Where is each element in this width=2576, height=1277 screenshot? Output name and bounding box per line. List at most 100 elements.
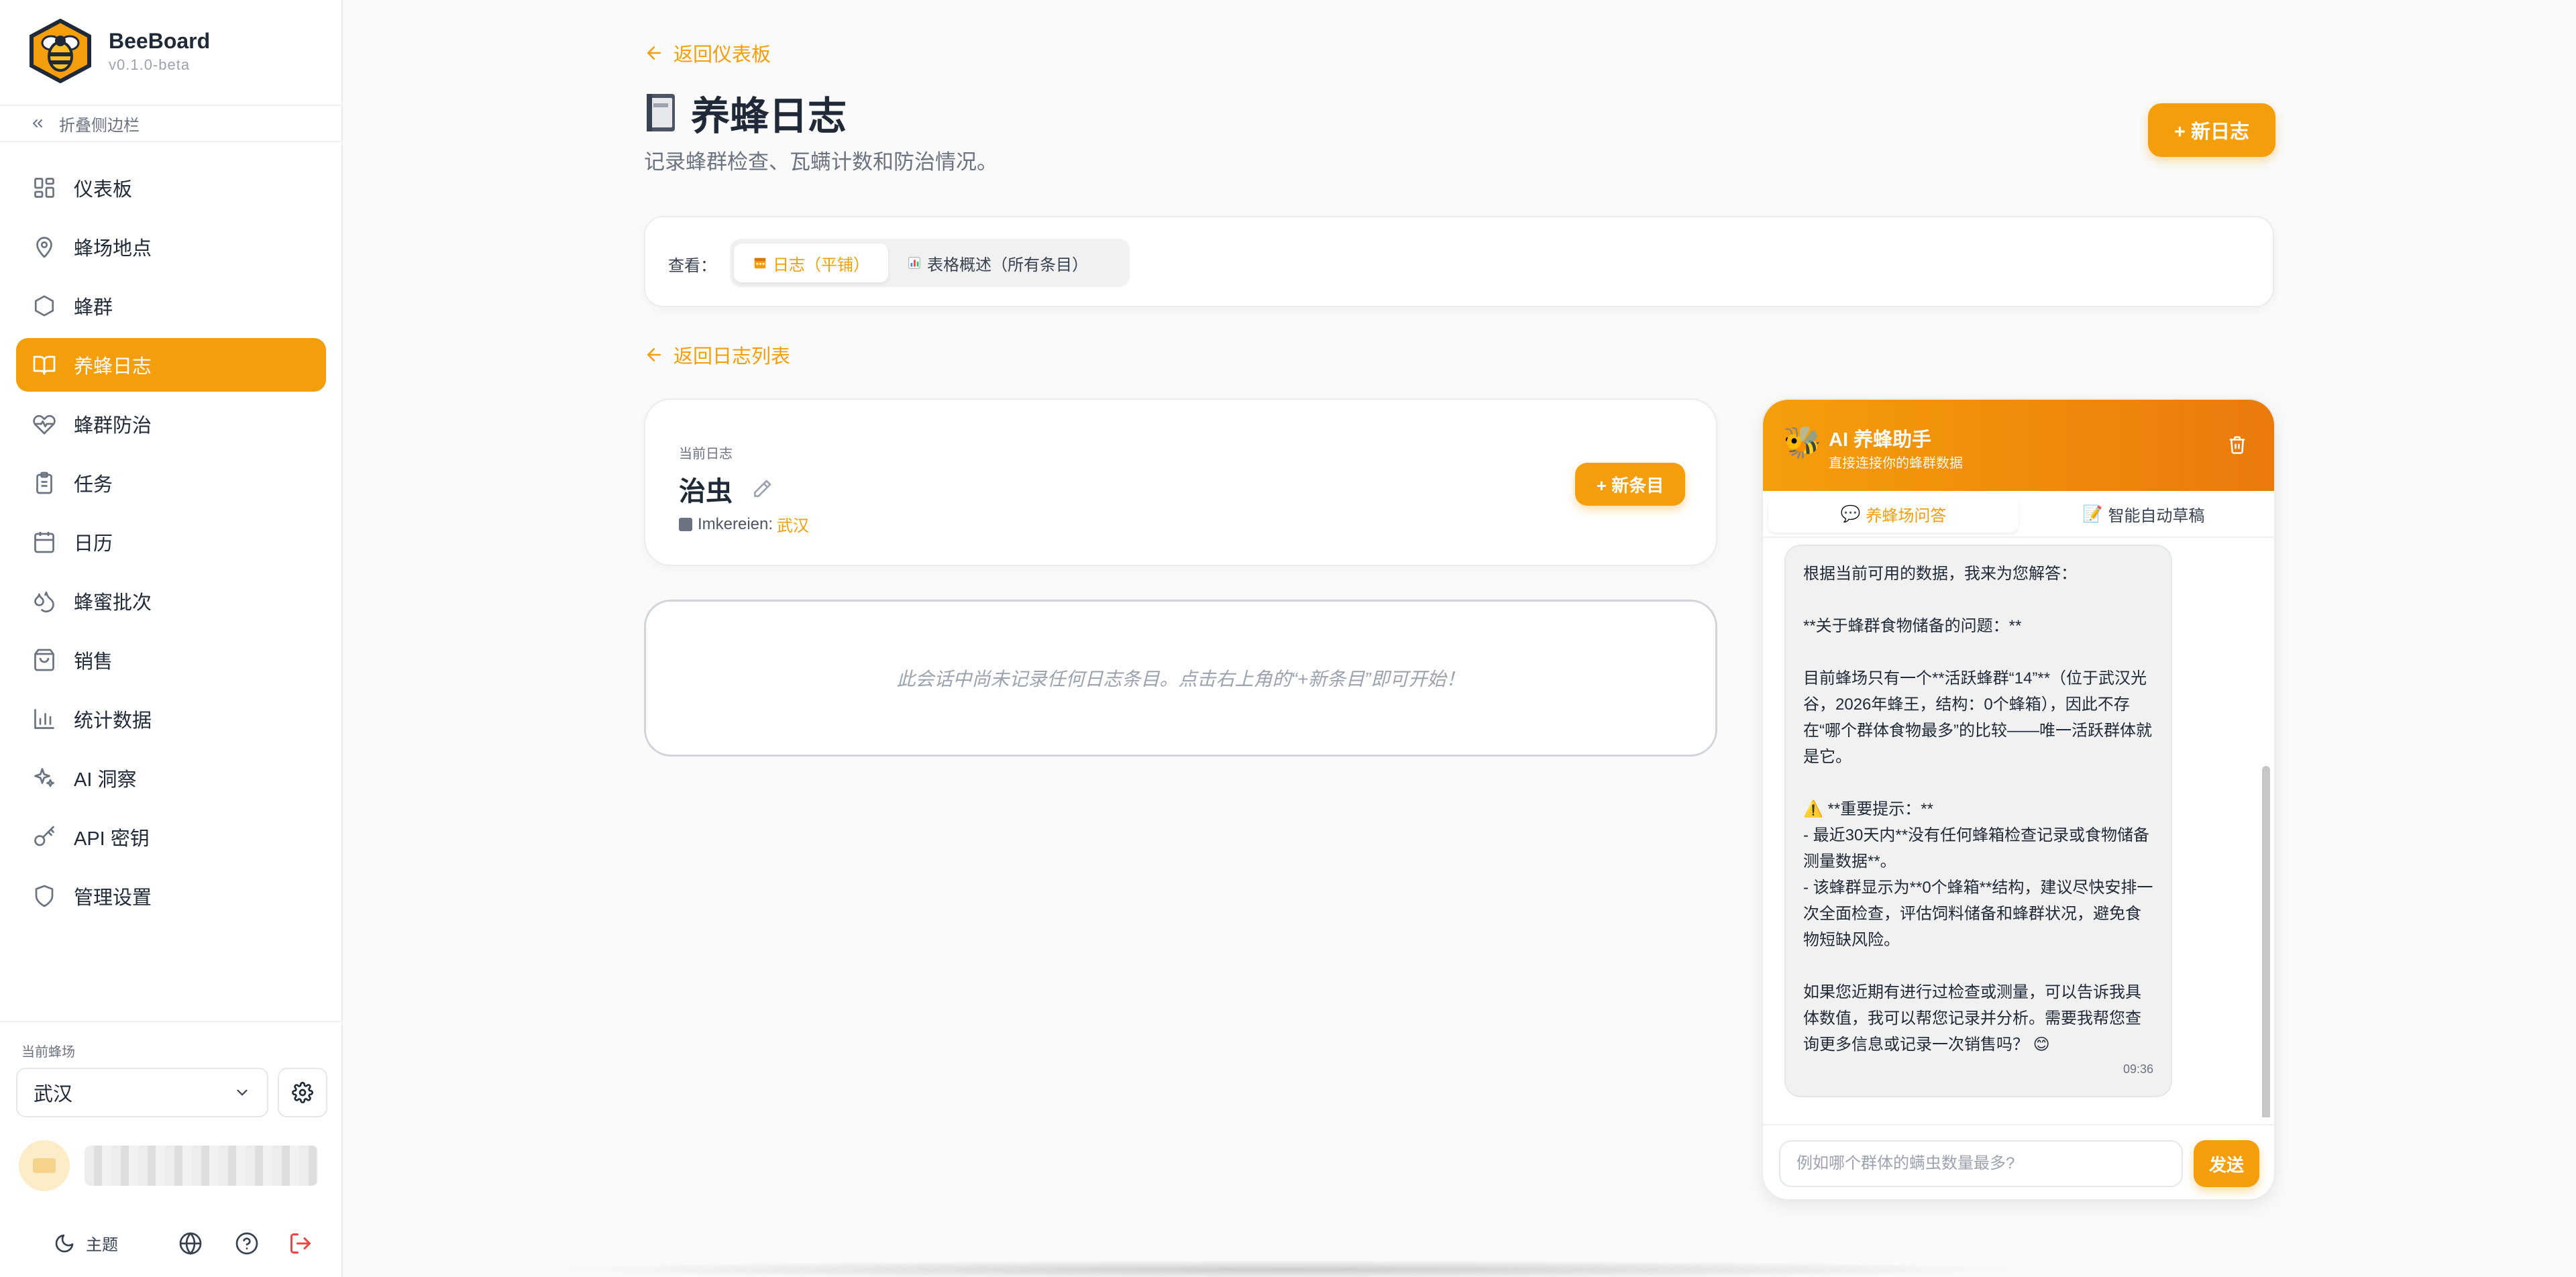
page-title: 养蜂日志 bbox=[644, 85, 847, 141]
brand-name: BeeBoard bbox=[109, 28, 211, 53]
help-icon[interactable] bbox=[235, 1231, 259, 1256]
page-title-text: 养蜂日志 bbox=[691, 95, 847, 138]
sidebar-item-beekeeping-log[interactable]: 养蜂日志 bbox=[16, 338, 326, 392]
heart-pulse-icon bbox=[33, 414, 56, 435]
apiary-building-icon bbox=[679, 517, 692, 531]
edit-pencil-icon[interactable] bbox=[751, 478, 773, 500]
send-button[interactable]: 发送 bbox=[2194, 1140, 2259, 1187]
ai-tabs: 💬 养蜂场问答 📝 智能自动草稿 bbox=[1763, 491, 2274, 538]
empty-message: 此会话中尚未记录任何日志条目。点击右上角的“+新条目”即可开始！ bbox=[896, 669, 1465, 689]
sidebar-footer: 当前蜂场 武汉 主题 bbox=[0, 1021, 341, 1277]
page-subtitle: 记录蜂群检查、瓦螨计数和防治情况。 bbox=[644, 150, 998, 174]
sidebar-item-label: 蜂蜜批次 bbox=[74, 592, 152, 614]
back-to-dashboard-label: 返回仪表板 bbox=[674, 44, 771, 66]
current-apiary-label: 当前蜂场 bbox=[21, 1045, 75, 1060]
bottom-shadow bbox=[537, 1260, 2039, 1277]
bee-icon: 🐝 bbox=[1783, 425, 1822, 459]
empty-entries-placeholder: 此会话中尚未记录任何日志条目。点击右上角的“+新条目”即可开始！ bbox=[644, 600, 1717, 757]
tab-smart-draft[interactable]: 📝 智能自动草稿 bbox=[2019, 495, 2269, 533]
back-to-log-list-link[interactable]: 返回日志列表 bbox=[644, 341, 790, 369]
ai-input-row: 发送 bbox=[1763, 1124, 2274, 1199]
sidebar-item-tasks[interactable]: 任务 bbox=[16, 456, 326, 510]
main-content: 返回仪表板 养蜂日志 记录蜂群检查、瓦螨计数和防治情况。 + 新日志 查看： 日… bbox=[644, 0, 2275, 1277]
sidebar-item-dashboard[interactable]: 仪表板 bbox=[16, 161, 326, 215]
back-to-log-list-label: 返回日志列表 bbox=[674, 346, 791, 368]
back-to-dashboard-link[interactable]: 返回仪表板 bbox=[644, 39, 771, 67]
globe-icon[interactable] bbox=[178, 1231, 203, 1256]
clipboard-icon bbox=[36, 471, 52, 494]
scrollbar[interactable] bbox=[2262, 766, 2270, 1117]
calendar-icon bbox=[754, 258, 766, 269]
log-name-text: 治虫 bbox=[679, 477, 733, 506]
brand-version: v0.1.0-beta bbox=[109, 56, 191, 73]
sidebar-item-statistics[interactable]: 统计数据 bbox=[16, 692, 326, 746]
avatar bbox=[19, 1140, 70, 1191]
sidebar-nav: 仪表板 蜂场地点 蜂群 养蜂日志 蜂群防治 任务 日历 蜂蜜批次 销售 统计数据… bbox=[16, 161, 326, 928]
tab-label: 智能自动草稿 bbox=[2108, 506, 2205, 525]
bee-logo-icon bbox=[30, 19, 91, 83]
apiary-select-value: 武汉 bbox=[34, 1084, 73, 1105]
tab-table-overview[interactable]: 表格概述（所有条目） bbox=[888, 243, 1107, 282]
sidebar-item-admin-settings[interactable]: 管理设置 bbox=[16, 869, 326, 923]
dashboard-icon bbox=[34, 178, 54, 198]
chevron-down-icon bbox=[237, 1089, 248, 1096]
assistant-message: 根据当前可用的数据，我来为您解答： **关于蜂群食物储备的问题：** 目前蜂场只… bbox=[1784, 545, 2172, 1097]
droplets-icon bbox=[34, 591, 54, 613]
sidebar-item-calendar[interactable]: 日历 bbox=[16, 515, 326, 569]
view-switcher-card: 查看： 日志（平铺） 表格概述（所有条目） bbox=[644, 216, 2274, 307]
arrow-left-icon bbox=[647, 46, 661, 60]
calendar-icon bbox=[34, 532, 54, 553]
sidebar-item-sales[interactable]: 销售 bbox=[16, 633, 326, 687]
sidebar-item-label: API 密钥 bbox=[74, 828, 150, 850]
ai-message-list[interactable]: 根据当前可用的数据，我来为您解答： **关于蜂群食物储备的问题：** 目前蜂场只… bbox=[1763, 538, 2274, 1117]
chevrons-left-icon bbox=[33, 119, 42, 127]
log-meta-apiary[interactable]: 武汉 bbox=[777, 512, 809, 536]
user-name-redacted bbox=[85, 1146, 318, 1186]
sidebar-item-label: 养蜂日志 bbox=[74, 356, 152, 378]
collapse-label: 折叠侧边栏 bbox=[59, 116, 140, 135]
apiary-settings-button[interactable] bbox=[278, 1068, 327, 1117]
tab-apiary-qa[interactable]: 💬 养蜂场问答 bbox=[1768, 495, 2019, 533]
speech-bubble-icon: 💬 bbox=[1840, 504, 1861, 523]
arrow-left-icon bbox=[647, 348, 661, 362]
logout-icon[interactable] bbox=[288, 1231, 313, 1256]
sidebar-item-apiaries[interactable]: 蜂场地点 bbox=[16, 220, 326, 274]
user-profile[interactable] bbox=[19, 1139, 327, 1192]
map-pin-icon bbox=[36, 237, 52, 258]
sidebar-item-api-keys[interactable]: API 密钥 bbox=[16, 810, 326, 864]
shopping-bag-icon bbox=[34, 649, 54, 671]
book-open-icon bbox=[33, 355, 56, 375]
view-label: 查看： bbox=[668, 257, 716, 275]
message-timestamp: 09:36 bbox=[2123, 1062, 2153, 1076]
message-line: ⚠️ **重要提示：** bbox=[1803, 800, 1933, 818]
message-line: **关于蜂群食物储备的问题：** bbox=[1803, 617, 2022, 635]
collapse-sidebar-button[interactable]: 折叠侧边栏 bbox=[0, 105, 341, 142]
message-line: 根据当前可用的数据，我来为您解答： bbox=[1803, 565, 2077, 583]
view-tabs: 日志（平铺） 表格概述（所有条目） bbox=[730, 239, 1130, 287]
ai-title: AI 养蜂助手 bbox=[1829, 429, 1932, 451]
sidebar-item-treatments[interactable]: 蜂群防治 bbox=[16, 397, 326, 451]
current-log-card: 当前日志 治虫 Imkereien: 武汉 + 新条目 bbox=[644, 398, 1717, 566]
sidebar-item-honey-batches[interactable]: 蜂蜜批次 bbox=[16, 574, 326, 628]
tab-log-tiles[interactable]: 日志（平铺） bbox=[734, 243, 888, 282]
message-line: 目前蜂场只有一个**活跃蜂群“14”**（位于武汉光谷，2026年蜂王，结构：0… bbox=[1803, 669, 2152, 766]
log-name: 治虫 bbox=[679, 469, 773, 508]
notebook-icon bbox=[647, 94, 675, 131]
apiary-select[interactable]: 武汉 bbox=[16, 1068, 268, 1117]
ai-question-input[interactable] bbox=[1779, 1140, 2183, 1187]
sidebar-item-ai-insights[interactable]: AI 洞察 bbox=[16, 751, 326, 805]
sparkles-icon bbox=[34, 768, 54, 787]
sidebar-item-label: AI 洞察 bbox=[74, 769, 137, 791]
theme-toggle-button[interactable]: 主题 bbox=[54, 1231, 118, 1255]
tab-label: 表格概述（所有条目） bbox=[927, 256, 1088, 274]
chart-icon bbox=[908, 257, 920, 269]
log-meta: Imkereien: 武汉 bbox=[679, 512, 809, 536]
tab-label: 日志（平铺） bbox=[773, 256, 869, 274]
sidebar-item-colonies[interactable]: 蜂群 bbox=[16, 279, 326, 333]
trash-icon[interactable] bbox=[2227, 435, 2247, 455]
sidebar: BeeBoard v0.1.0-beta 折叠侧边栏 仪表板 蜂场地点 蜂群 养… bbox=[0, 0, 343, 1277]
new-log-button[interactable]: + 新日志 bbox=[2148, 103, 2275, 157]
brand[interactable]: BeeBoard v0.1.0-beta bbox=[27, 19, 210, 83]
sidebar-tools: 主题 bbox=[0, 1223, 341, 1264]
new-entry-button[interactable]: + 新条目 bbox=[1575, 463, 1685, 506]
